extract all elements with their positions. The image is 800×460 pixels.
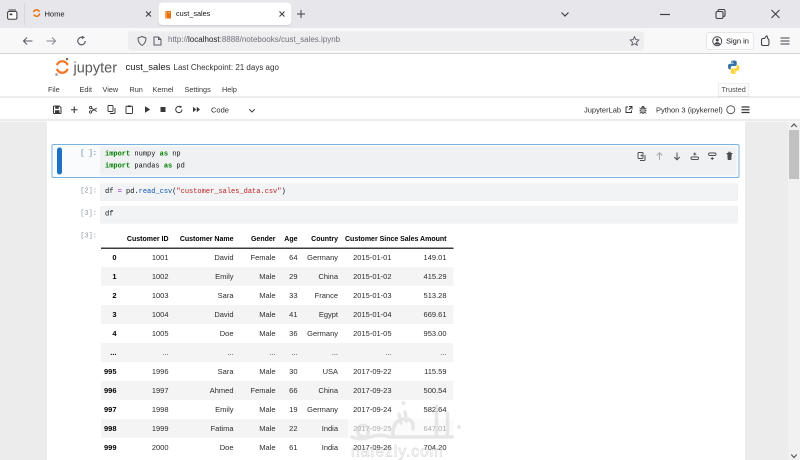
svg-text:nafezly.com: nafezly.com xyxy=(351,444,444,460)
